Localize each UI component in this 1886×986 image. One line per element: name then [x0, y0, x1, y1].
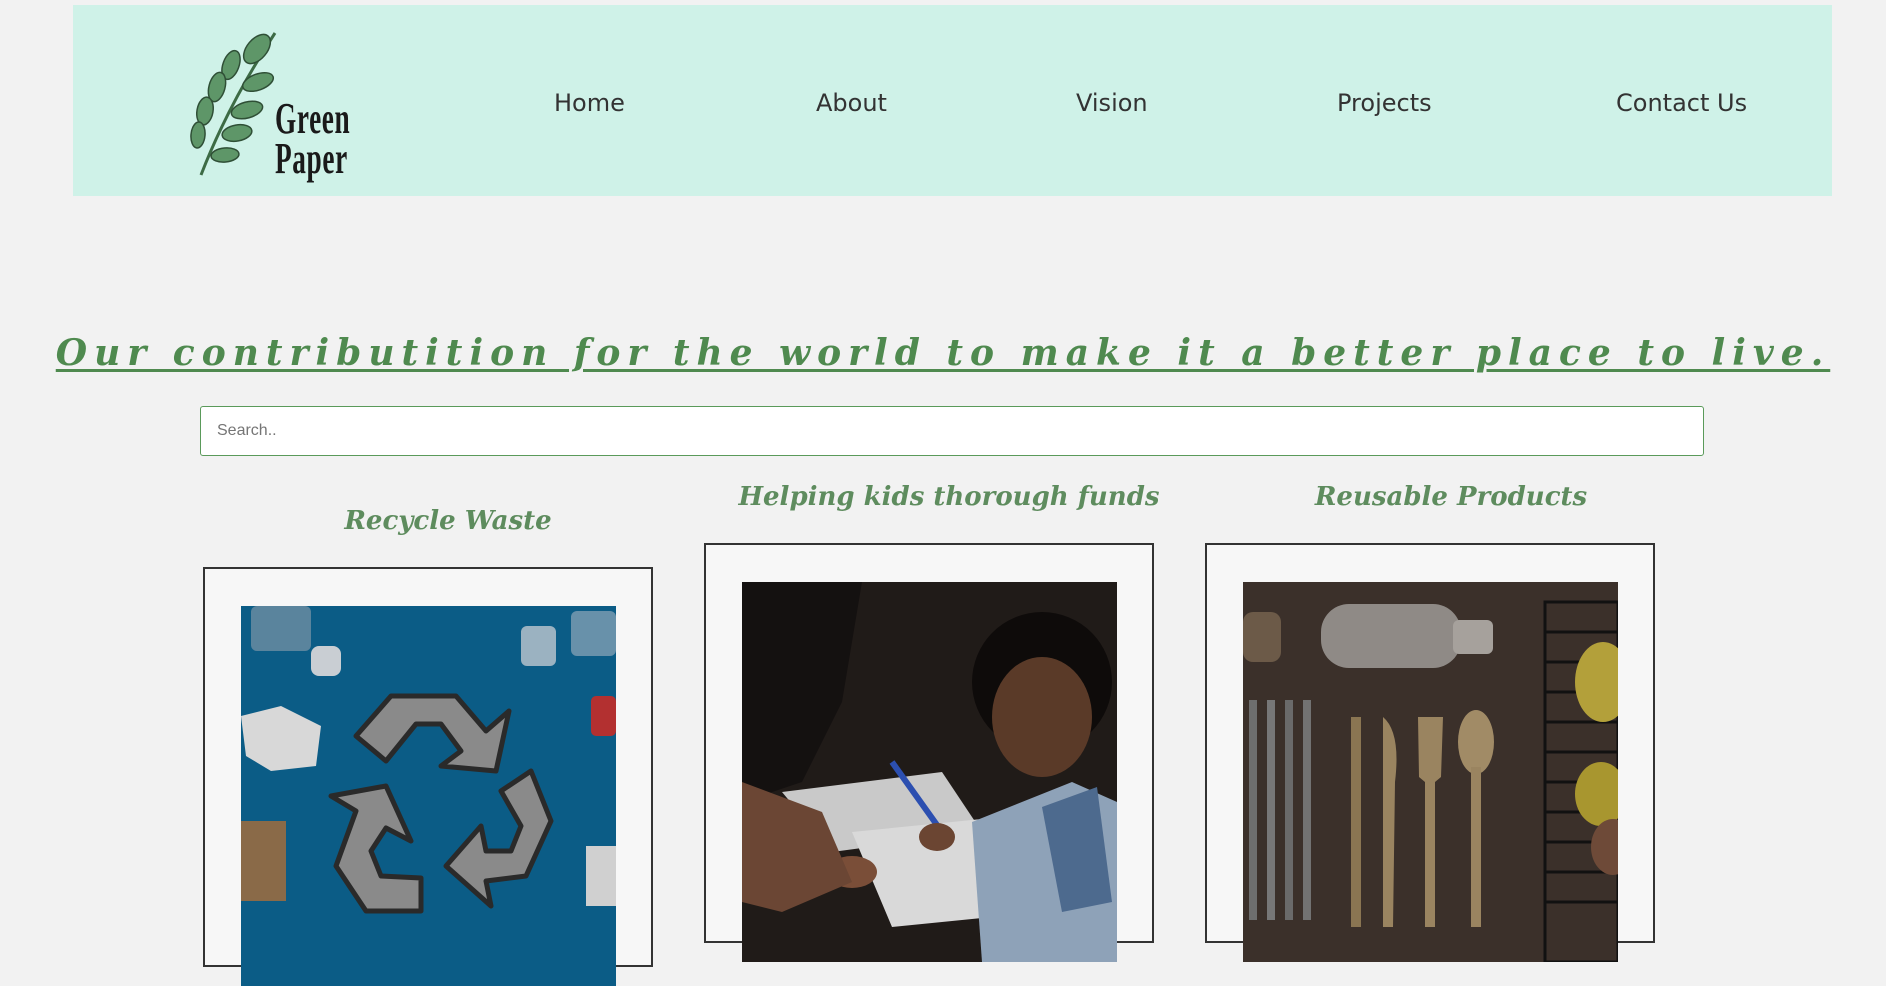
search-input[interactable]	[200, 406, 1704, 456]
brand-line-2: Paper	[275, 134, 348, 183]
nav-projects[interactable]: Projects	[1337, 89, 1432, 117]
brand-line-1: Green	[275, 94, 351, 143]
reusable-utensils-image	[1243, 582, 1618, 962]
green-paper-logo[interactable]: Green Paper	[183, 25, 373, 195]
card-recycle-waste[interactable]	[203, 567, 653, 986]
card-title-kids: Helping kids thorough funds	[738, 482, 1160, 512]
card-title-recycle: Recycle Waste	[344, 506, 552, 536]
nav-contact-us[interactable]: Contact Us	[1616, 89, 1747, 117]
nav-vision[interactable]: Vision	[1076, 89, 1148, 117]
site-header: Green Paper Home About Vision Projects C…	[73, 5, 1832, 196]
nav-about[interactable]: About	[816, 89, 887, 117]
brand-wordmark: Green Paper	[275, 94, 351, 183]
card-title-reusable: Reusable Products	[1314, 482, 1588, 512]
recycle-symbol-image	[241, 606, 616, 986]
nav-home[interactable]: Home	[554, 89, 625, 117]
card-reusable-products[interactable]	[1205, 543, 1655, 962]
card-helping-kids[interactable]	[704, 543, 1154, 962]
kids-drawing-image	[742, 582, 1117, 962]
hero-headline: Our contributition for the world to make…	[55, 332, 1831, 374]
